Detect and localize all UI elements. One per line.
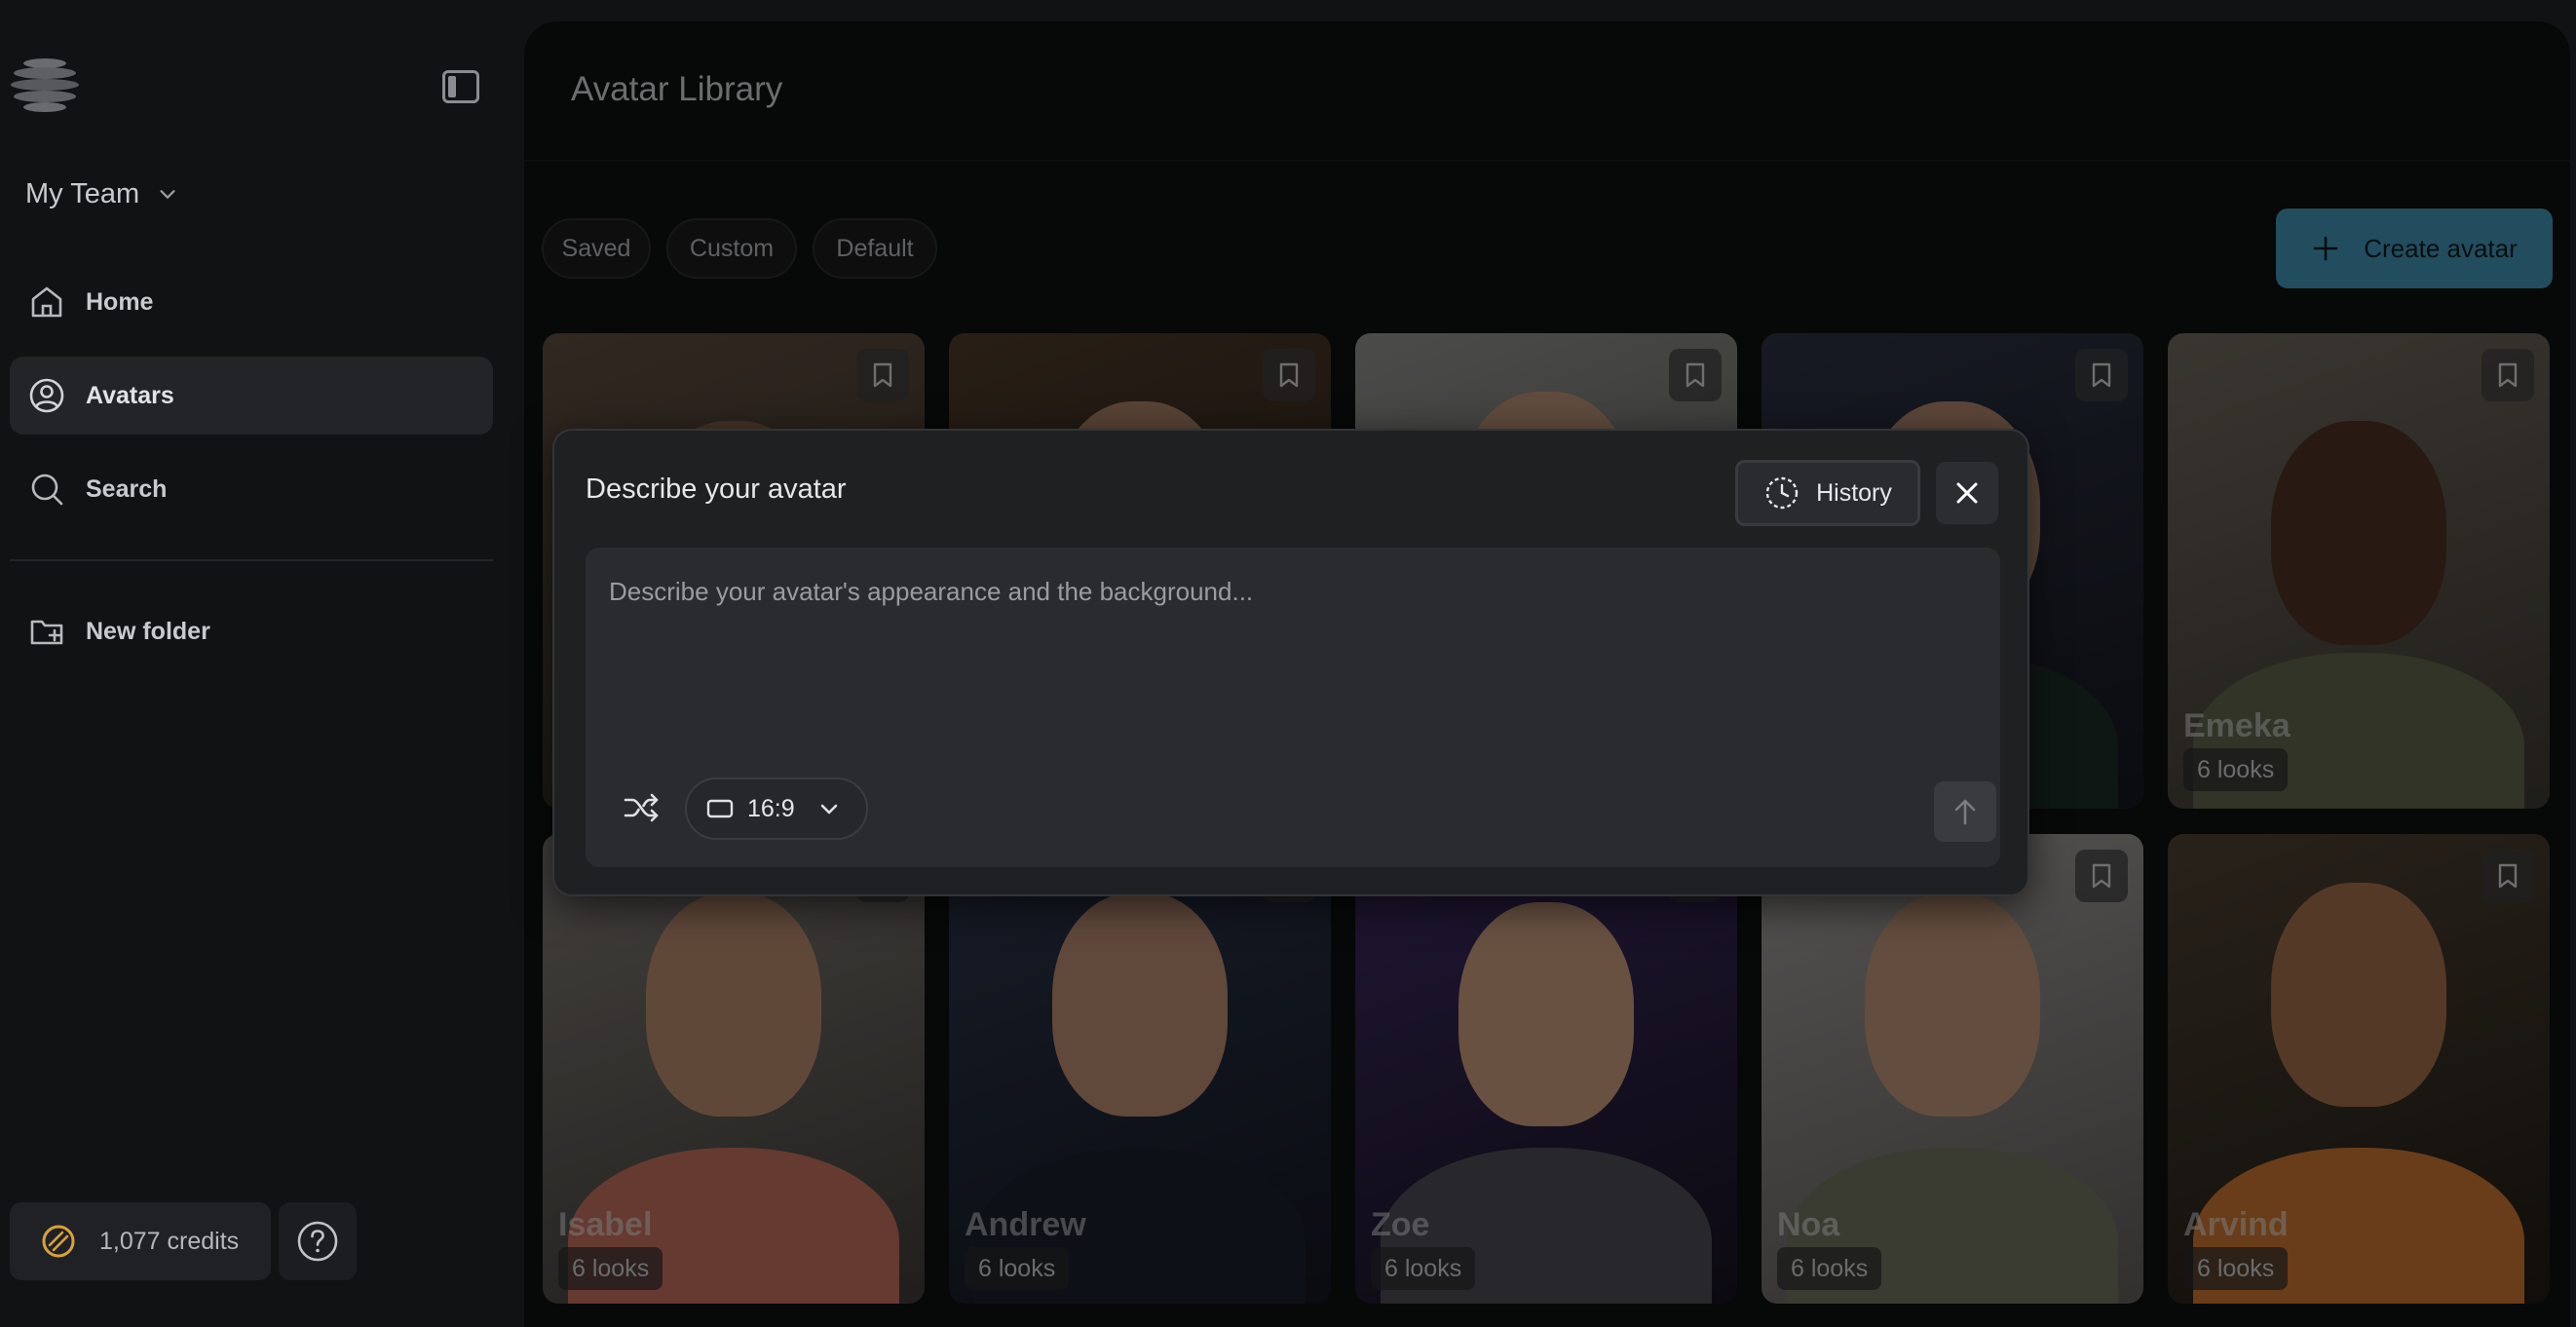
logo-icon[interactable] (10, 54, 80, 116)
chevron-down-icon (160, 190, 175, 200)
sidebar-divider (10, 559, 493, 561)
user-circle-icon (29, 378, 64, 413)
modal-title: Describe your avatar (586, 474, 847, 505)
shuffle-button[interactable] (615, 781, 667, 834)
sidebar-item-home[interactable]: Home (10, 263, 493, 341)
help-button[interactable] (279, 1202, 357, 1280)
sidebar-item-new-folder[interactable]: New folder (10, 592, 493, 670)
credits-count: 1,077 credits (99, 1227, 240, 1255)
sidebar-item-search[interactable]: Search (10, 450, 493, 528)
sidebar-item-label: New folder (86, 617, 210, 645)
search-icon (31, 474, 63, 506)
aspect-ratio-value: 16:9 (747, 794, 795, 822)
coin-icon (42, 1225, 75, 1258)
prompt-input[interactable] (586, 548, 2000, 762)
describe-avatar-modal: Describe your avatar History 16:9 (552, 429, 2029, 896)
submit-button[interactable] (1934, 781, 1996, 842)
prompt-box: 16:9 (586, 548, 2000, 867)
team-name: My Team (25, 177, 140, 209)
credits-badge[interactable]: 1,077 credits (10, 1202, 271, 1280)
aspect-ratio-select[interactable]: 16:9 (685, 777, 868, 840)
history-button[interactable]: History (1735, 460, 1920, 526)
close-icon (1956, 482, 1978, 504)
close-button[interactable] (1936, 462, 1998, 524)
home-icon (31, 286, 62, 318)
sidebar-item-label: Search (86, 474, 168, 503)
sidebar-item-avatars[interactable]: Avatars (10, 357, 493, 435)
history-label: History (1816, 478, 1892, 507)
sidebar-item-label: Home (86, 287, 154, 316)
aspect-ratio-icon (706, 799, 734, 818)
help-icon (297, 1221, 338, 1262)
chevron-down-icon (820, 804, 837, 815)
shuffle-icon (624, 793, 659, 822)
team-selector[interactable]: My Team (25, 173, 178, 214)
sidebar-toggle-icon[interactable] (442, 70, 479, 103)
sidebar: My Team Home Avatars Search New folder 1… (0, 0, 507, 1319)
history-icon (1765, 476, 1799, 510)
arrow-up-icon (1954, 799, 1976, 825)
sidebar-item-label: Avatars (86, 381, 174, 409)
folder-plus-icon (30, 620, 63, 645)
